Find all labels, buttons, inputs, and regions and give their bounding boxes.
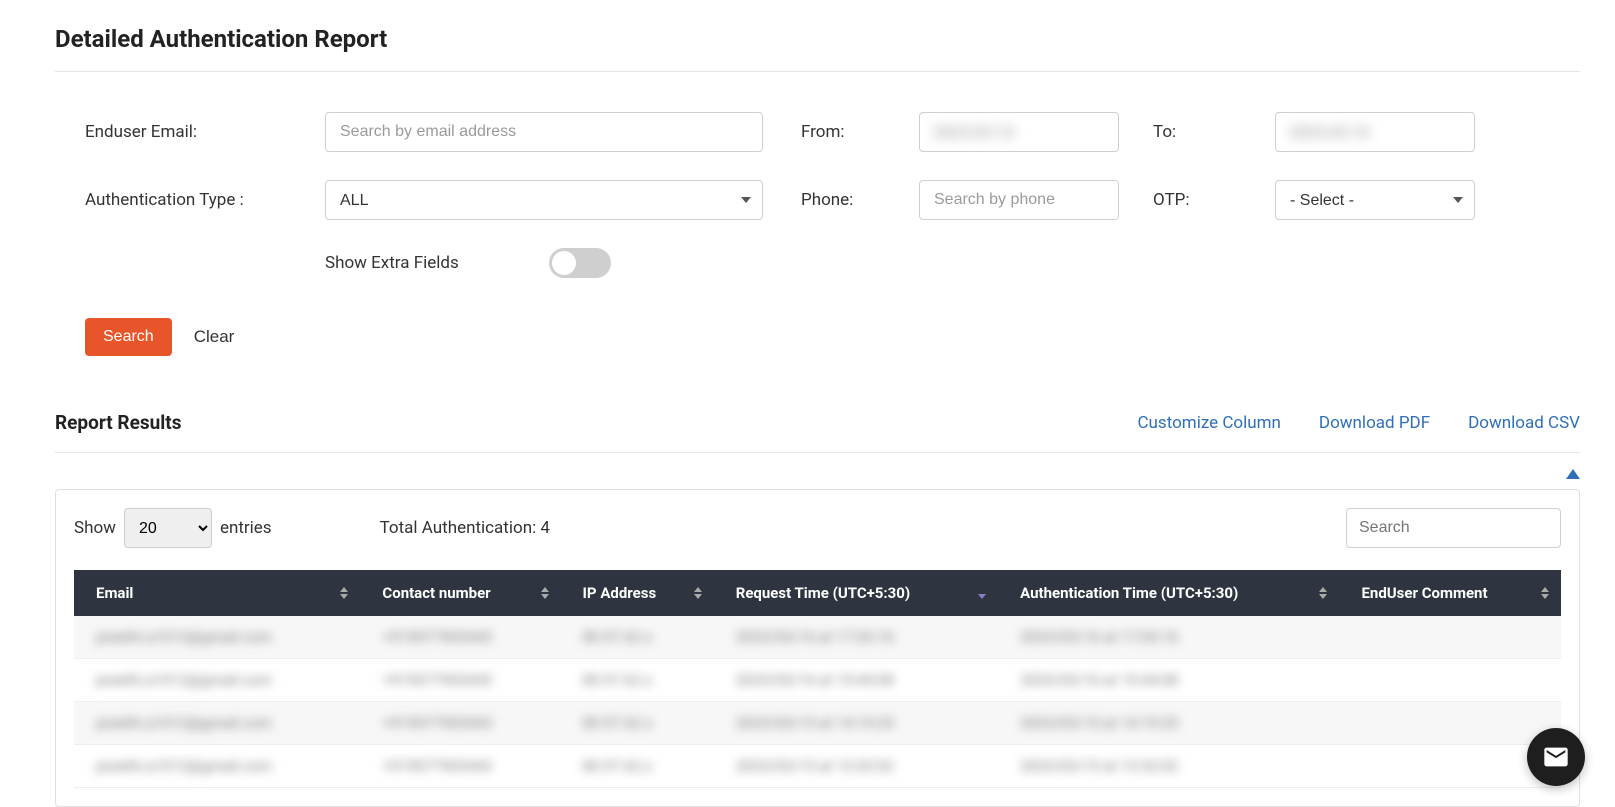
column-header-email[interactable]: Email xyxy=(74,570,360,616)
table-cell: 2023/03/16 at 15:44:08 xyxy=(998,659,1339,702)
results-title: Report Results xyxy=(55,411,181,434)
show-extra-fields-label: Show Extra Fields xyxy=(325,253,459,273)
filters-panel: Enduser Email: From: 2023-03-152023-03-1… xyxy=(85,112,1580,356)
table-search-input[interactable] xyxy=(1346,508,1561,548)
table-cell: 80.97.62.x xyxy=(561,702,714,745)
enduser-email-input[interactable] xyxy=(325,112,763,152)
entries-label: entries xyxy=(220,518,272,538)
table-cell: +919077903443 xyxy=(360,745,560,788)
clear-button[interactable]: Clear xyxy=(194,327,235,347)
enduser-email-label: Enduser Email: xyxy=(85,122,197,142)
sort-icon xyxy=(1319,587,1327,599)
phone-input[interactable] xyxy=(919,180,1119,220)
table-cell: 2023/03/16 at 15:44:08 xyxy=(714,659,998,702)
table-cell: +919077903443 xyxy=(360,702,560,745)
table-cell: 2023/03/15 at 14:19:25 xyxy=(998,702,1339,745)
table-row: preethi.a1012@gmail.com+91907790344380.9… xyxy=(74,745,1561,788)
table-cell xyxy=(1339,702,1561,745)
entries-select[interactable]: 20 xyxy=(124,508,212,548)
total-authentication-label: Total Authentication: 4 xyxy=(380,518,550,538)
table-cell: 80.97.62.x xyxy=(561,616,714,659)
table-cell: 2023/03/15 at 13:32:02 xyxy=(714,745,998,788)
table-cell: 2023/03/16 at 17:03:16 xyxy=(998,616,1339,659)
table-cell: +919077903443 xyxy=(360,659,560,702)
auth-type-select[interactable]: ALL xyxy=(325,180,763,220)
chat-widget-button[interactable] xyxy=(1527,728,1585,786)
divider xyxy=(55,452,1580,453)
search-button[interactable]: Search xyxy=(85,318,172,356)
table-cell xyxy=(1339,659,1561,702)
table-cell: preethi.a1012@gmail.com xyxy=(74,702,360,745)
to-date-input[interactable] xyxy=(1275,112,1475,152)
table-cell: 2023/03/16 at 17:03:16 xyxy=(714,616,998,659)
download-pdf-link[interactable]: Download PDF xyxy=(1319,413,1430,433)
table-cell xyxy=(1339,616,1561,659)
column-header-auth-time[interactable]: Authentication Time (UTC+5:30) xyxy=(998,570,1339,616)
column-header-comment[interactable]: EndUser Comment xyxy=(1339,570,1561,616)
from-date-input[interactable] xyxy=(919,112,1119,152)
otp-select[interactable]: - Select - xyxy=(1275,180,1475,220)
mail-icon xyxy=(1542,743,1570,771)
show-label: Show xyxy=(74,518,116,538)
results-table: Email Contact number IP Address Request … xyxy=(74,570,1561,788)
table-cell: 80.97.62.x xyxy=(561,659,714,702)
page-title: Detailed Authentication Report xyxy=(55,25,1580,72)
sort-desc-icon xyxy=(978,587,986,599)
to-date-label: To: xyxy=(1153,122,1176,142)
sort-icon xyxy=(541,587,549,599)
column-header-ip[interactable]: IP Address xyxy=(561,570,714,616)
table-row: preethi.a1012@gmail.com+91907790344380.9… xyxy=(74,702,1561,745)
table-cell: 80.97.62.x xyxy=(561,745,714,788)
table-cell: +919077903443 xyxy=(360,616,560,659)
results-panel: Show 20 entries Total Authentication: 4 … xyxy=(55,489,1580,807)
table-cell: 2023/03/15 at 13:32:02 xyxy=(998,745,1339,788)
phone-label: Phone: xyxy=(801,190,853,210)
table-row: preethi.a1012@gmail.com+91907790344380.9… xyxy=(74,659,1561,702)
table-cell: preethi.a1012@gmail.com xyxy=(74,659,360,702)
sort-icon xyxy=(1541,587,1549,599)
sort-icon xyxy=(340,587,348,599)
download-csv-link[interactable]: Download CSV xyxy=(1468,413,1580,433)
sort-icon xyxy=(694,587,702,599)
show-extra-fields-toggle[interactable] xyxy=(549,248,611,278)
from-date-label: From: xyxy=(801,122,845,142)
collapse-icon[interactable] xyxy=(1566,467,1580,483)
table-row: preethi.a1012@gmail.com+91907790344380.9… xyxy=(74,616,1561,659)
table-cell: preethi.a1012@gmail.com xyxy=(74,745,360,788)
column-header-request-time[interactable]: Request Time (UTC+5:30) xyxy=(714,570,998,616)
column-header-contact[interactable]: Contact number xyxy=(360,570,560,616)
auth-type-label: Authentication Type : xyxy=(85,190,244,210)
customize-column-link[interactable]: Customize Column xyxy=(1137,413,1280,433)
table-cell: 2023/03/15 at 14:19:25 xyxy=(714,702,998,745)
table-cell: preethi.a1012@gmail.com xyxy=(74,616,360,659)
otp-label: OTP: xyxy=(1153,190,1189,210)
